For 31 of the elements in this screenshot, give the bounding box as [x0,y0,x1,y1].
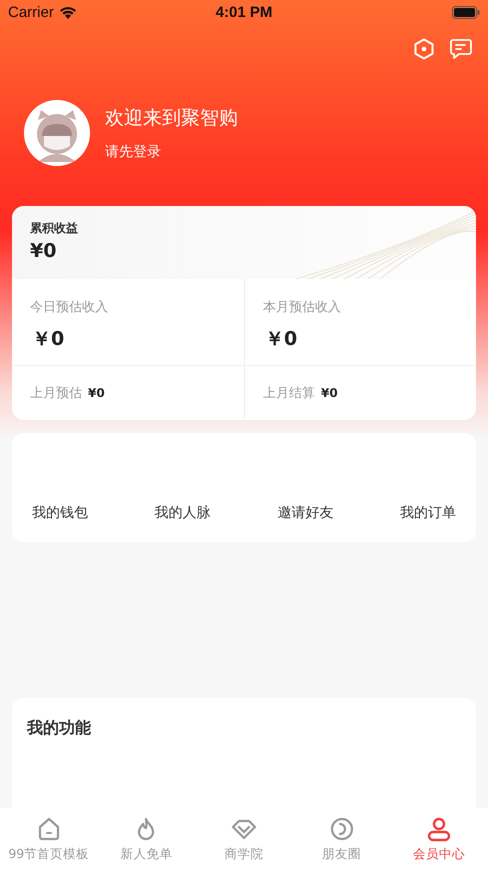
tab-item[interactable]: 新人免单 [98,808,196,874]
battery-icon [452,6,480,18]
estimate-value: ￥0 [31,327,66,352]
last-month-label: 上月结算 [263,385,315,402]
welcome-title: 欢迎来到聚智购 [105,106,238,131]
wifi-icon [58,6,77,18]
person-icon [426,816,452,842]
avatar[interactable] [24,100,90,166]
tab-item[interactable]: 朋友圈 [292,808,390,874]
estimate-value: ￥0 [264,327,298,352]
clock-time: 4:01 PM [216,4,272,20]
last-month-value: ¥0 [321,386,338,400]
total-earnings-value: ¥0 [30,240,58,262]
tab-item[interactable]: 商学院 [195,808,293,874]
estimate-label: 今日预估收入 [30,299,109,316]
carrier-label: Carrier [8,4,54,20]
last-month-label: 上月预估 [30,385,82,402]
tab-item[interactable]: 会员中心 [390,808,488,874]
shortcut-item[interactable]: 我的订单 [400,504,456,522]
last-month-value: ¥0 [88,386,105,400]
shortcut-item[interactable]: 邀请好友 [277,504,334,522]
circle-icon [328,816,355,842]
shortcut-item[interactable]: 我的钱包 [32,504,88,522]
settings-icon[interactable] [414,38,434,60]
total-earnings-label: 累积收益 [30,220,79,237]
message-icon[interactable] [450,38,472,60]
estimate-label: 本月预估收入 [263,299,342,316]
tab-item[interactable]: 99节首页模板 [0,808,98,874]
section-title: 我的功能 [27,718,92,739]
login-link[interactable]: 请先登录 [105,143,238,161]
shortcut-item[interactable]: 我的人脉 [154,504,211,522]
